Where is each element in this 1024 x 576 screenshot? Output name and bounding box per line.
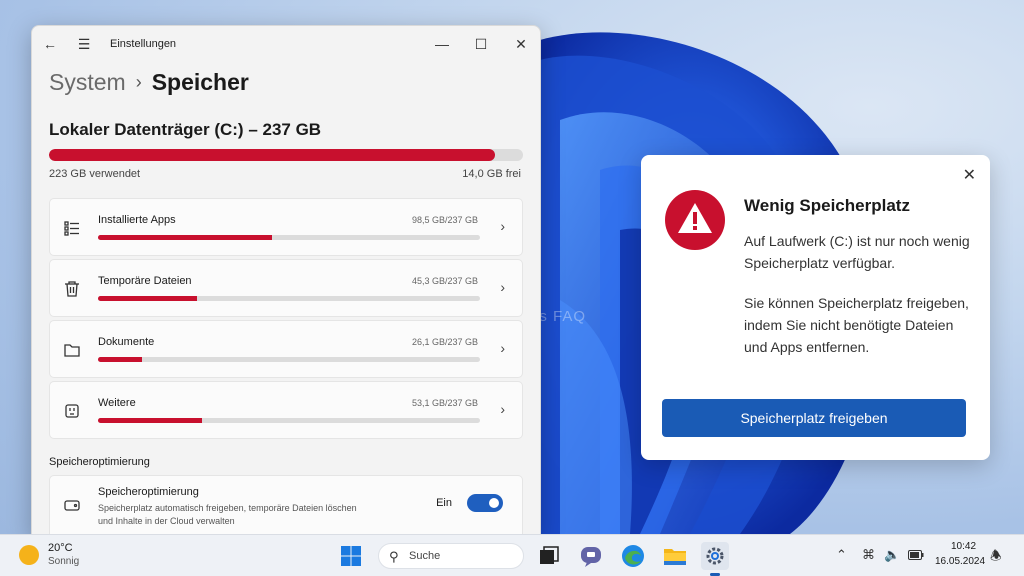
- storage-sense-description: Speicherplatz automatisch freigeben, tem…: [98, 503, 357, 526]
- chevron-right-icon: ›: [500, 218, 505, 234]
- category-name: Dokumente: [98, 336, 155, 348]
- search-icon: ⚲: [389, 549, 399, 564]
- chevron-up-icon[interactable]: ⌃: [836, 547, 847, 563]
- toggle-state-label: Ein: [436, 497, 452, 509]
- chevron-right-icon: ›: [500, 279, 505, 295]
- page-title: Speicher: [151, 69, 249, 95]
- breadcrumb-parent[interactable]: System: [49, 69, 126, 95]
- close-icon[interactable]: ✕: [513, 36, 529, 52]
- used-label: 223 GB verwendet: [49, 168, 141, 180]
- notification-body: Auf Laufwerk (C:) ist nur noch wenig Spe…: [744, 233, 970, 271]
- edge-icon[interactable]: [619, 542, 647, 570]
- settings-window: ← ☰ Einstellungen — ☐ ✕ System › Speicher …: [31, 25, 541, 537]
- taskbar-search[interactable]: ⚲ Suche: [378, 543, 524, 569]
- free-label: 14,0 GB frei: [462, 168, 521, 180]
- back-arrow-icon[interactable]: ←: [42, 36, 58, 52]
- menu-icon[interactable]: ☰: [76, 36, 92, 52]
- folder-icon: [64, 344, 80, 357]
- notification-body-secondary: Sie können Speicherplatz freigeben, inde…: [744, 295, 969, 355]
- drive-title: Lokaler Datenträger (C:) – 237 GB: [49, 120, 322, 139]
- category-installed-apps[interactable]: Installierte Apps 98,5 GB/237 GB ›: [49, 198, 523, 256]
- window-title: Einstellungen: [110, 38, 177, 50]
- clock-date[interactable]: 16.05.2024: [935, 556, 985, 567]
- minimize-icon[interactable]: —: [434, 36, 450, 52]
- wifi-icon[interactable]: ⌘: [862, 547, 875, 563]
- category-bar: [98, 296, 480, 301]
- warning-icon: [665, 190, 725, 250]
- category-bar-fill: [98, 418, 202, 423]
- category-name: Temporäre Dateien: [98, 275, 192, 287]
- notification-title: Wenig Speicherplatz: [744, 196, 910, 215]
- drive-icon: [64, 500, 80, 511]
- category-size: 98,5 GB/237 GB: [411, 215, 478, 225]
- category-bar: [98, 418, 480, 423]
- title-bar: ← ☰ Einstellungen — ☐ ✕: [32, 26, 540, 62]
- clock-time[interactable]: 10:42: [951, 541, 976, 552]
- category-name: Installierte Apps: [98, 214, 176, 226]
- category-bar: [98, 357, 480, 362]
- weather-desc[interactable]: Sonnig: [48, 556, 79, 567]
- maximize-icon[interactable]: ☐: [473, 36, 489, 52]
- chevron-right-icon: ›: [500, 340, 505, 356]
- chevron-right-icon: ›: [500, 401, 505, 417]
- toggle-knob: [489, 498, 499, 508]
- volume-icon[interactable]: 🔈: [884, 547, 900, 563]
- storage-sense-card: Speicheroptimierung Speicherplatz automa…: [49, 475, 523, 536]
- drive-usage-fill: [49, 149, 495, 161]
- trash-icon: [65, 281, 79, 297]
- breadcrumb: System › Speicher: [49, 69, 249, 96]
- category-size: 45,3 GB/237 GB: [411, 276, 478, 286]
- apps-list-icon: [64, 221, 79, 236]
- chevron-right-icon: ›: [135, 72, 142, 92]
- notification-bell-icon[interactable]: 🕭: [990, 547, 1002, 569]
- close-icon[interactable]: ✕: [963, 165, 976, 185]
- category-size: 26,1 GB/237 GB: [411, 337, 478, 347]
- drive-usage-bar: [49, 149, 523, 161]
- section-label: Speicheroptimierung: [49, 456, 150, 468]
- sun-icon[interactable]: [19, 545, 39, 565]
- start-icon[interactable]: [337, 542, 365, 570]
- category-name: Weitere: [98, 397, 136, 409]
- category-size: 53,1 GB/237 GB: [411, 398, 478, 408]
- category-documents[interactable]: Dokumente 26,1 GB/237 GB ›: [49, 320, 523, 378]
- category-other[interactable]: Weitere 53,1 GB/237 GB ›: [49, 381, 523, 439]
- battery-icon[interactable]: [908, 550, 924, 560]
- teams-chat-icon[interactable]: [577, 542, 605, 570]
- category-bar: [98, 235, 480, 240]
- settings-gear-icon[interactable]: [701, 542, 729, 570]
- category-bar-fill: [98, 235, 273, 240]
- category-bar-fill: [98, 296, 197, 301]
- task-view-icon[interactable]: [535, 542, 563, 570]
- category-temp-files[interactable]: Temporäre Dateien 45,3 GB/237 GB ›: [49, 259, 523, 317]
- other-icon: [65, 404, 79, 418]
- taskbar: 20°C Sonnig ⚲ Suche ⌃ ⌘ 🔈 10:42 16.05.20…: [0, 534, 1024, 576]
- free-up-space-button[interactable]: Speicherplatz freigeben: [662, 399, 966, 437]
- file-explorer-icon[interactable]: [661, 542, 689, 570]
- storage-sense-toggle[interactable]: [467, 494, 503, 512]
- storage-sense-title: Speicheroptimierung: [98, 486, 199, 498]
- weather-temp[interactable]: 20°C: [48, 542, 73, 554]
- search-placeholder: Suche: [409, 550, 441, 562]
- category-bar-fill: [98, 357, 142, 362]
- low-disk-notification: ✕ Wenig Speicherplatz Auf Laufwerk (C:) …: [641, 155, 990, 460]
